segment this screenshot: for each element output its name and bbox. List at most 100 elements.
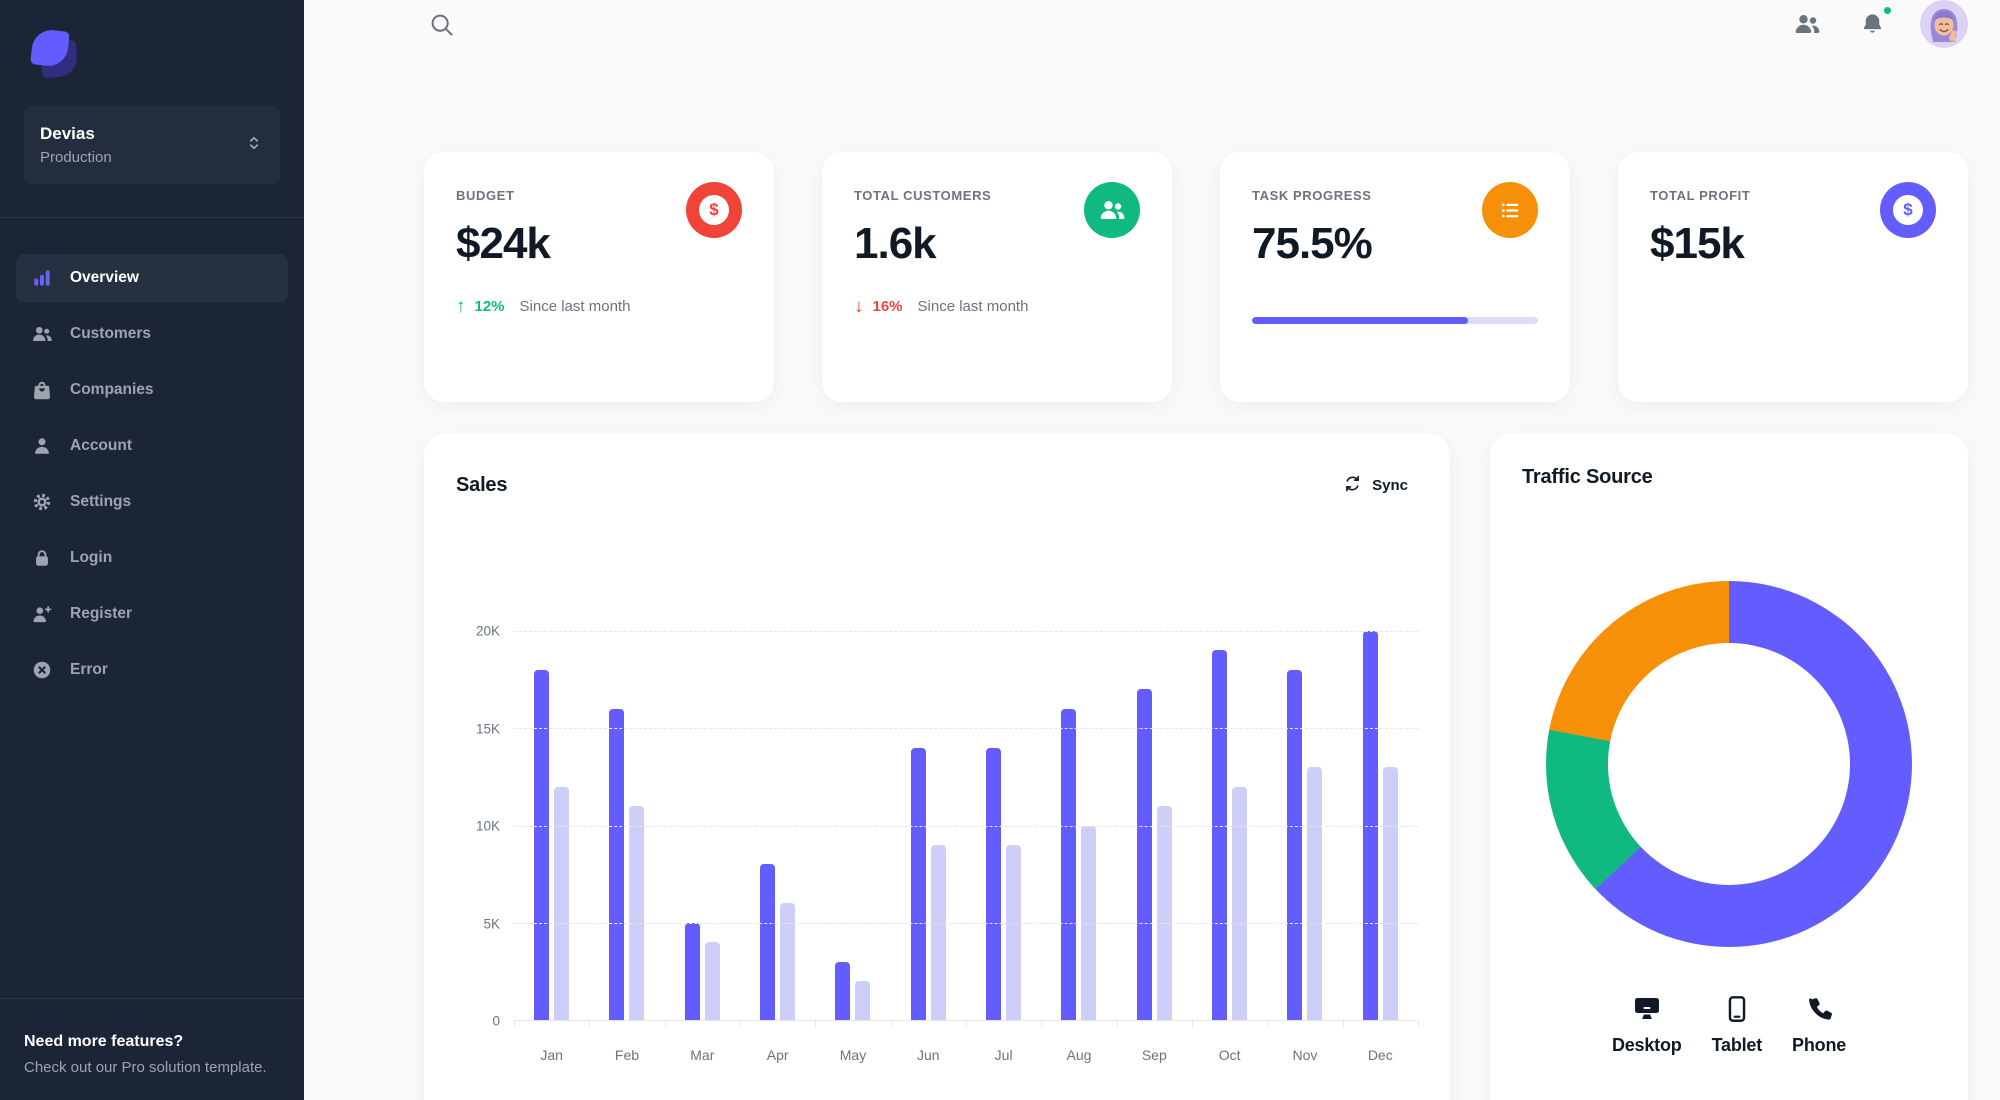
sidebar-footer: Need more features? Check out our Pro so… (0, 998, 304, 1100)
sales-bar-chart: 0 5K 10K 15K 20K Jan Feb Mar Apr May Jun Jul Aug Sep… (456, 624, 1419, 1063)
stat-value: 75.5% (1252, 219, 1373, 268)
axis-tick (514, 1020, 515, 1027)
task-progress-card: TASK PROGRESS 75.5% (1220, 152, 1570, 402)
sales-title: Sales (456, 474, 508, 496)
gridline (514, 922, 1418, 924)
sidebar-item-settings[interactable]: Settings (16, 478, 288, 526)
sales-bar (1307, 767, 1323, 1020)
tablet-icon (1712, 991, 1762, 1025)
x-axis-label: Apr (766, 1047, 789, 1063)
axis-tick (1342, 1020, 1344, 1027)
gridline (514, 728, 1418, 730)
bag-icon (30, 378, 54, 402)
axis-tick (966, 1020, 967, 1027)
sales-card: Sales Sync 0 5K 10K 15K 20K Jan Feb Mar … (424, 434, 1450, 1100)
sync-label: Sync (1372, 477, 1408, 494)
footer-title: Need more features? (24, 1033, 184, 1050)
stat-label: TOTAL CUSTOMERS (854, 188, 992, 203)
device-legend: Desktop Tablet Phone (1522, 991, 1936, 1056)
sidebar-item-login[interactable]: Login (16, 534, 288, 582)
y-axis-label: 15K (475, 721, 500, 736)
stats-row: BUDGET $24k $ ↑ 12% Since last month TOT… (424, 152, 1968, 402)
sales-bar (855, 981, 871, 1020)
x-axis-label: Jun (917, 1047, 940, 1063)
x-axis-label: Aug (1066, 1047, 1092, 1063)
workspace-name: Devias (40, 124, 95, 143)
sales-bar (1232, 786, 1248, 1020)
stat-label: BUDGET (456, 188, 515, 203)
sales-bar (835, 961, 851, 1020)
sales-bar (534, 669, 550, 1020)
sidebar-item-companies[interactable]: Companies (16, 366, 288, 414)
sales-bar (780, 903, 796, 1020)
x-axis-label: Jul (994, 1047, 1013, 1063)
y-axis-label: 20K (475, 623, 500, 639)
traffic-donut-chart (1546, 581, 1912, 947)
sales-bar (1136, 689, 1152, 1020)
gridline (514, 631, 1418, 632)
sidebar-item-register[interactable]: Register (16, 590, 288, 638)
charts-row: Sales Sync 0 5K 10K 15K 20K Jan Feb Mar … (424, 434, 1968, 1100)
x-axis-label: Feb (614, 1047, 640, 1063)
traffic-source-card: Traffic Source Desktop Tablet Phone (1490, 434, 1968, 1100)
sales-bar (986, 747, 1002, 1020)
trend-value: 12% (474, 298, 505, 315)
contacts-users-icon[interactable] (1789, 6, 1825, 42)
sidebar-item-overview[interactable]: Overview (16, 254, 288, 302)
sales-bar (1156, 806, 1172, 1020)
device-tablet: Tablet (1712, 991, 1762, 1056)
y-axis-label: 0 (492, 1013, 500, 1029)
trend-down-icon: ↓ (854, 296, 864, 317)
y-axis: 0 5K 10K 15K 20K (456, 624, 500, 1029)
sales-bar (1212, 650, 1228, 1020)
sidebar-item-error[interactable]: Error (16, 646, 288, 694)
axis-tick (890, 1020, 892, 1027)
axis-tick (589, 1020, 591, 1027)
stat-value: $24k (456, 219, 551, 268)
main-area: BUDGET $24k $ ↑ 12% Since last month TOT… (304, 0, 2000, 1100)
sidebar-item-customers[interactable]: Customers (16, 310, 288, 358)
devias-logo[interactable] (30, 28, 80, 79)
unfold-chevrons-icon (244, 133, 264, 158)
lock-icon (30, 546, 54, 570)
stat-value: 1.6k (854, 219, 937, 268)
x-axis-label: Dec (1367, 1047, 1393, 1063)
sidebar-nav: Overview Customers Companies Account Set… (0, 218, 304, 710)
axis-tick (1041, 1020, 1043, 1027)
sync-button[interactable]: Sync (1333, 466, 1418, 505)
gear-icon (30, 490, 54, 514)
users-icon (1084, 182, 1140, 238)
budget-card: BUDGET $24k $ ↑ 12% Since last month (424, 152, 774, 402)
notifications-bell-icon[interactable] (1855, 4, 1893, 42)
workspace-environment: Production (40, 149, 112, 166)
sales-bar (910, 747, 926, 1020)
search-icon[interactable] (424, 7, 459, 42)
sales-bar (1382, 767, 1398, 1020)
axis-tick (1192, 1020, 1193, 1027)
footer-subtitle: Check out our Pro solution template. (24, 1059, 267, 1076)
sales-bar (930, 844, 946, 1020)
trend-caption: Since last month (519, 298, 631, 315)
stat-label: TOTAL PROFIT (1650, 188, 1751, 203)
axis-tick (1418, 1020, 1419, 1027)
user-plus-icon (30, 602, 54, 626)
x-axis-label: Oct (1218, 1047, 1241, 1063)
axis-tick (815, 1020, 817, 1027)
x-axis-label: May (839, 1047, 867, 1063)
axis-tick (1267, 1020, 1269, 1027)
users-icon (30, 322, 54, 346)
stat-label: TASK PROGRESS (1252, 188, 1372, 203)
task-progress-bar-fill (1252, 317, 1468, 324)
trend-caption: Since last month (917, 298, 1029, 315)
x-axis-label: Jan (540, 1047, 563, 1063)
trend-up-icon: ↑ (456, 296, 466, 317)
topbar (304, 0, 2000, 48)
user-avatar[interactable] (1920, 0, 1968, 48)
notification-dot (1882, 4, 1893, 16)
sidebar-item-account[interactable]: Account (16, 422, 288, 470)
workspace-selector[interactable]: Devias Production (24, 106, 280, 184)
total-profit-card: TOTAL PROFIT $15k $ (1618, 152, 1968, 402)
sales-bar (554, 786, 570, 1020)
device-phone: Phone (1792, 991, 1846, 1056)
traffic-title: Traffic Source (1522, 466, 1653, 488)
